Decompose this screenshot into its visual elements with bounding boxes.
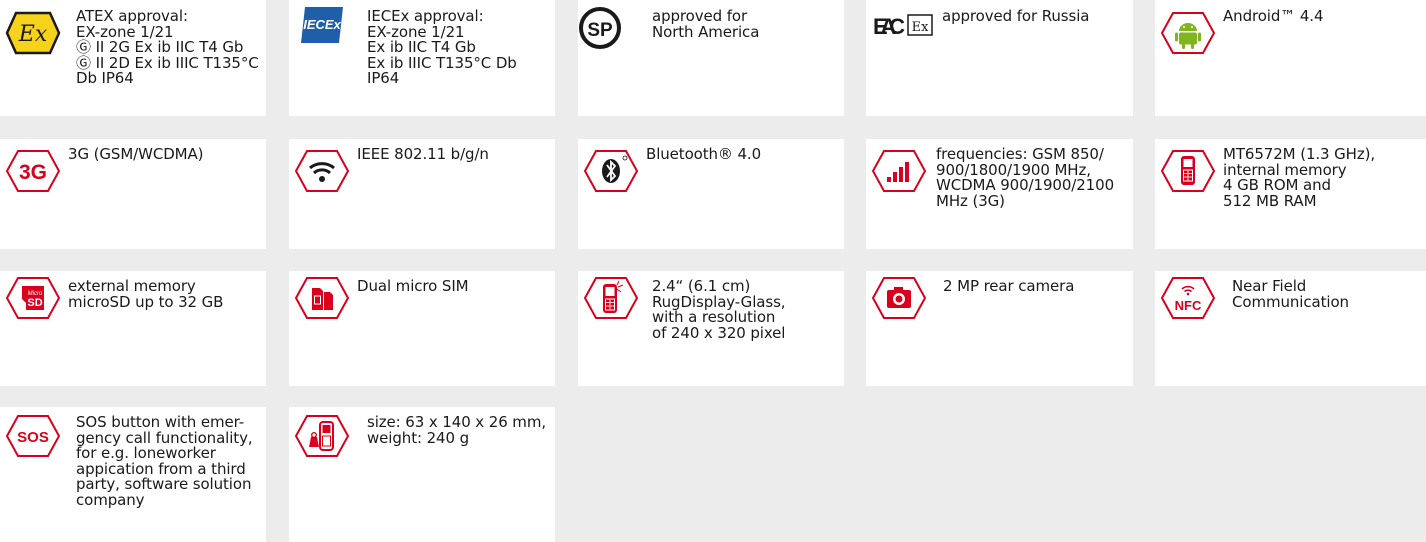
camera-icon [870,275,928,321]
feature-text-sim: Dual micro SIM [357,277,469,295]
csa-logo: SP [578,6,636,52]
feature-text-wifi: IEEE 802.11 b/g/n [357,145,489,163]
atex-ex-icon: Ex [4,10,62,56]
feature-cell-bluetooth: Bluetooth® 4.0 [578,139,844,249]
feature-cell-eac: EAC Ex approved for Russia [866,0,1133,116]
feature-cell-size: size: 63 x 140 x 26 mm, weight: 240 g [289,407,555,542]
feature-cell-cpu: MT6572M (1.3 GHz), internal memory 4 GB … [1155,139,1426,249]
feature-text-display: 2.4“ (6.1 cm) RugDisplay-Glass, with a r… [652,277,786,342]
feature-text-sos: SOS button with emer- gency call functio… [76,413,253,509]
feature-cell-csa: SP approved for North America [578,0,844,116]
display-icon [582,275,640,321]
feature-cell-sim: Dual micro SIM [289,271,555,386]
feature-text-size: size: 63 x 140 x 26 mm, weight: 240 g [367,413,546,447]
svg-text:NFC: NFC [1175,298,1202,313]
svg-text:SOS: SOS [17,429,49,446]
feature-cell-frequencies: frequencies: GSM 850/ 900/1800/1900 MHz,… [866,139,1133,249]
wifi-icon [293,148,351,194]
feature-cell-atex: Ex ATEX approval: EX-zone 1/21 Ⓖ II 2G E… [0,0,266,116]
svg-text:Ex: Ex [18,22,48,47]
phone-cpu-icon [1159,148,1217,194]
size-weight-icon [293,413,351,459]
feature-text-cpu: MT6572M (1.3 GHz), internal memory 4 GB … [1223,145,1376,210]
svg-text:SD: SD [27,297,42,309]
feature-text-microsd: external memory microSD up to 32 GB [68,277,224,311]
signal-bars-icon [870,148,928,194]
svg-text:IECEx: IECEx [303,17,341,32]
feature-cell-sos: SOS SOS button with emer- gency call fun… [0,407,266,542]
feature-grid: Ex ATEX approval: EX-zone 1/21 Ⓖ II 2G E… [0,0,1426,542]
feature-text-bluetooth: Bluetooth® 4.0 [646,145,762,163]
feature-cell-display: 2.4“ (6.1 cm) RugDisplay-Glass, with a r… [578,271,844,386]
feature-cell-camera: 2 MP rear camera [866,271,1133,386]
feature-text-iecex: IECEx approval: EX-zone 1/21 Ex ib IIC T… [367,7,517,87]
3g-icon: 3G [4,148,62,194]
microsd-icon: Micro SD [4,275,62,321]
feature-cell-microsd: Micro SD external memory microSD up to 3… [0,271,266,386]
feature-text-csa: approved for North America [652,7,760,41]
feature-text-camera: 2 MP rear camera [943,277,1075,295]
bluetooth-icon [582,148,640,194]
dual-sim-icon [293,275,351,321]
feature-text-3g: 3G (GSM/WCDMA) [68,145,204,163]
feature-cell-3g: 3G 3G (GSM/WCDMA) [0,139,266,249]
svg-text:3G: 3G [19,161,47,184]
android-icon [1159,10,1217,56]
eac-ex-logo: EAC Ex [870,4,936,50]
svg-text:EAC: EAC [873,14,905,39]
svg-text:Ex: Ex [912,20,929,35]
iecex-logo: IECEx [295,5,353,51]
feature-text-eac: approved for Russia [942,7,1090,25]
svg-text:SP: SP [587,20,613,41]
feature-cell-nfc: NFC Near Field Communication [1155,271,1426,386]
feature-text-atex: ATEX approval: EX-zone 1/21 Ⓖ II 2G Ex i… [76,7,259,87]
feature-text-android: Android™ 4.4 [1223,7,1324,25]
sos-icon: SOS [4,413,62,459]
feature-cell-android: Android™ 4.4 [1155,0,1426,116]
feature-text-frequencies: frequencies: GSM 850/ 900/1800/1900 MHz,… [936,145,1115,210]
feature-text-nfc: Near Field Communication [1232,277,1349,311]
feature-cell-iecex: IECEx IECEx approval: EX-zone 1/21 Ex ib… [289,0,555,116]
feature-cell-wifi: IEEE 802.11 b/g/n [289,139,555,249]
nfc-icon: NFC [1159,275,1217,321]
